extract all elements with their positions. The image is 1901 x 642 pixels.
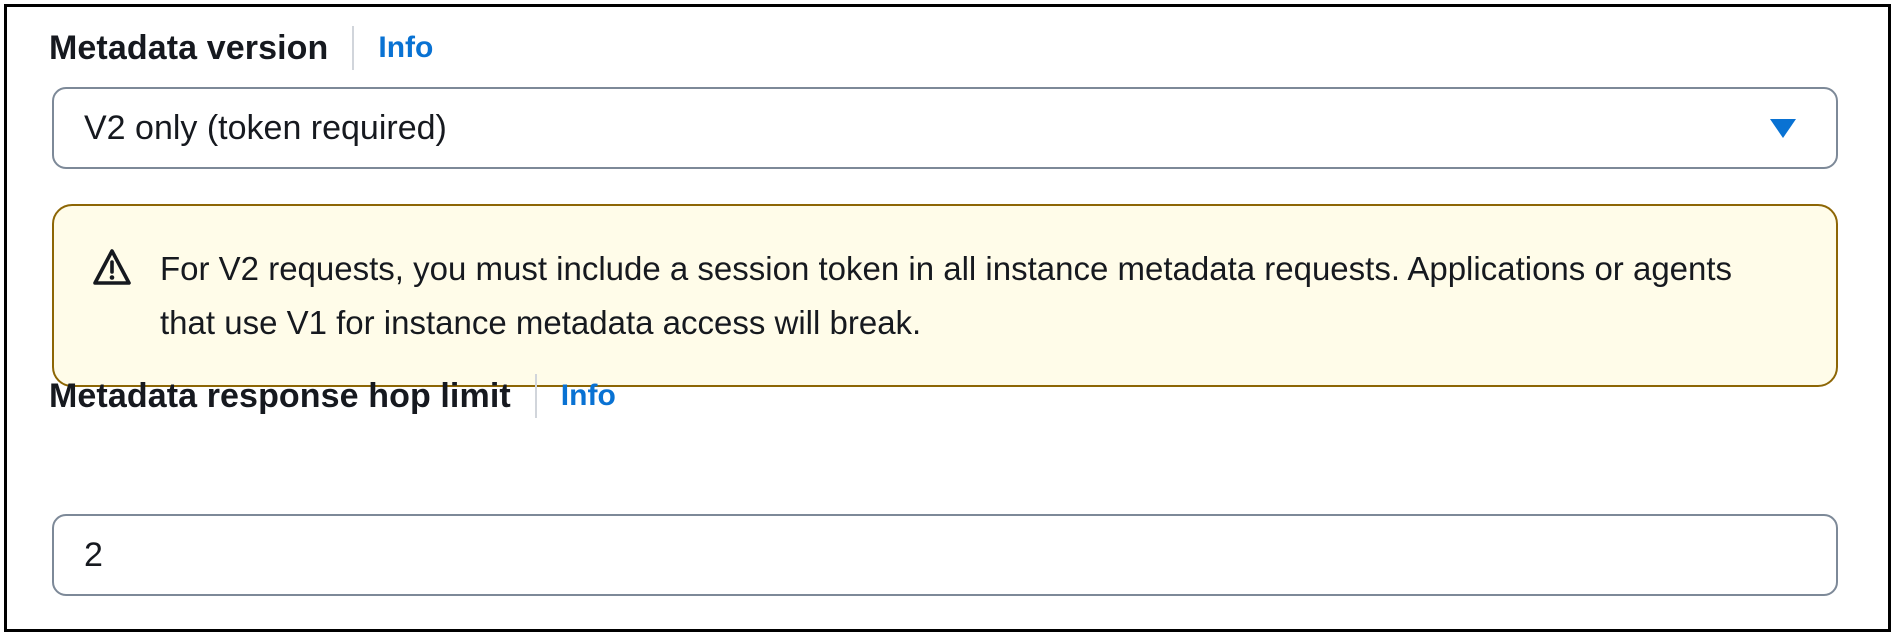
metadata-version-info-link[interactable]: Info	[378, 31, 433, 65]
label-divider	[534, 374, 537, 418]
hop-limit-input[interactable]: 2	[52, 514, 1838, 596]
metadata-version-selected-value: V2 only (token required)	[84, 108, 447, 147]
hop-limit-info-link[interactable]: Info	[561, 379, 616, 413]
metadata-version-label-row: Metadata version Info	[49, 21, 433, 75]
form-panel: Metadata version Info V2 only (token req…	[4, 4, 1891, 632]
warning-alert: For V2 requests, you must include a sess…	[52, 204, 1838, 387]
hop-limit-input-value: 2	[84, 535, 103, 574]
metadata-version-label: Metadata version	[49, 28, 329, 67]
label-divider	[352, 26, 355, 70]
metadata-version-select[interactable]: V2 only (token required)	[52, 87, 1838, 169]
warning-triangle-icon	[93, 249, 131, 285]
caret-down-icon	[1770, 119, 1796, 138]
hop-limit-label: Metadata response hop limit	[49, 376, 511, 415]
hop-limit-label-row: Metadata response hop limit Info	[49, 369, 616, 423]
warning-alert-message: For V2 requests, you must include a sess…	[160, 250, 1733, 341]
